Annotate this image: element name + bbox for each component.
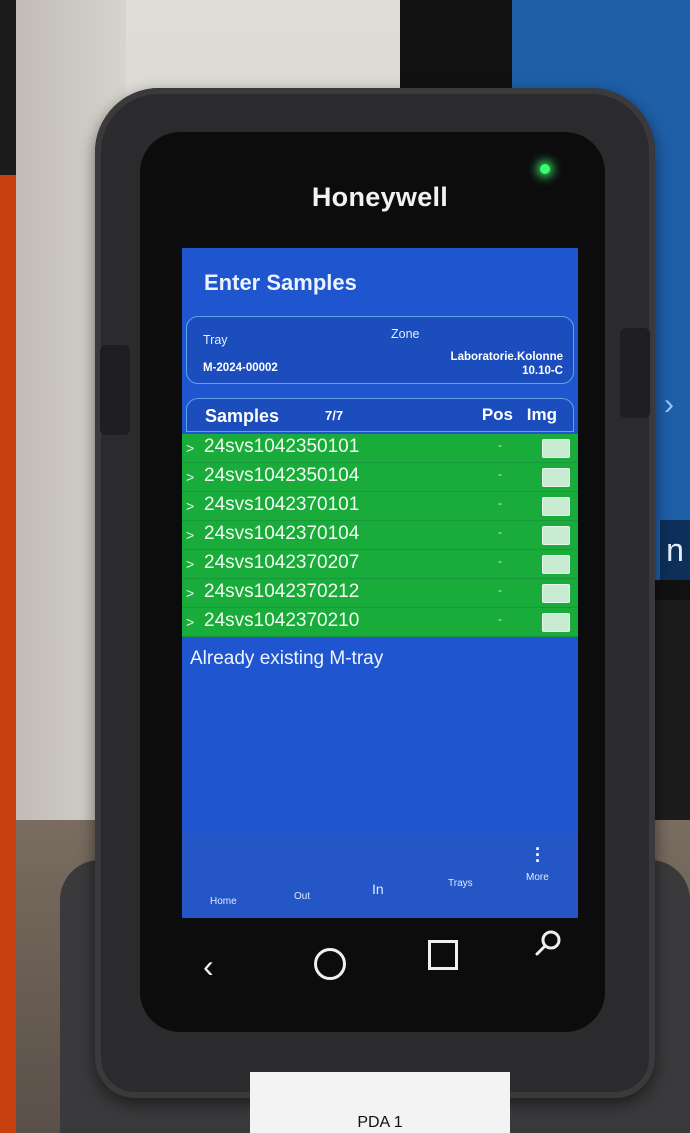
samples-label: Samples [205,406,280,426]
sample-pos: - [498,496,502,510]
sample-id: 24svs1042370210 [204,610,360,631]
status-led-icon [540,164,550,174]
image-checkbox[interactable] [542,526,570,545]
status-message: Already existing M-tray [190,648,384,669]
image-checkbox[interactable] [542,584,570,603]
image-checkbox[interactable] [542,468,570,487]
expand-arrow-icon: > [186,585,195,601]
tray-zone-panel: Tray Zone M-2024-00002 Laboratorie.Kolon… [186,316,574,384]
device-label-card: PDA 1 [250,1072,510,1133]
samples-header: Samples 7/7 Pos Img [186,398,574,432]
zone-value-line2: 10.10-C [522,365,563,377]
android-back-icon[interactable]: ‹ [203,948,214,985]
sample-row[interactable]: > 24svs1042370101 - [182,492,578,521]
brand-logo: Honeywell [311,182,449,212]
image-checkbox[interactable] [542,439,570,458]
expand-arrow-icon: > [186,556,195,572]
zone-value: Laboratorie.Kolonne 10.10-C [383,350,563,378]
more-vertical-icon[interactable]: · · · [535,840,541,870]
sample-id: 24svs1042350104 [204,465,360,486]
image-checkbox[interactable] [542,555,570,574]
side-scan-button-right[interactable] [620,328,650,418]
expand-arrow-icon: > [186,498,195,514]
sample-pos: - [498,438,502,452]
android-home-icon[interactable] [314,948,346,980]
nav-in[interactable]: In [372,881,384,897]
samples-count: 7/7 [325,408,344,423]
device-label-text: PDA 1 [357,1114,403,1131]
samples-list: > 24svs1042350101 - > 24svs1042350104 - … [182,434,578,637]
app-screen: Enter Samples Tray Zone M-2024-00002 Lab… [182,248,578,918]
tray-label: Tray [203,333,228,347]
page-title: Enter Samples [204,270,357,295]
sample-id: 24svs1042370207 [204,552,360,573]
sample-row[interactable]: > 24svs1042370104 - [182,521,578,550]
expand-arrow-icon: > [186,440,195,456]
sample-row[interactable]: > 24svs1042370212 - [182,579,578,608]
nav-trays[interactable]: Trays [448,878,473,889]
nav-out[interactable]: Out [294,891,310,902]
pos-column-header: Pos [481,405,513,424]
expand-arrow-icon: > [186,614,195,630]
image-checkbox[interactable] [542,613,570,632]
expand-arrow-icon: > [186,469,195,485]
sample-pos: - [498,583,502,597]
zone-value-line1: Laboratorie.Kolonne [450,351,563,363]
img-column-header: Img [526,405,557,424]
nav-more[interactable]: More [526,872,549,883]
sample-pos: - [498,525,502,539]
sample-row[interactable]: > 24svs1042350104 - [182,463,578,492]
android-recent-apps-icon[interactable] [428,940,458,970]
sample-id: 24svs1042370104 [204,523,360,544]
sample-row[interactable]: > 24svs1042370210 - [182,608,578,637]
bottom-nav-bar: Home Out In Trays · · · More [182,834,578,918]
zone-label: Zone [391,327,420,341]
sample-id: 24svs1042370212 [204,581,360,602]
sample-pos: - [498,612,502,626]
nav-home[interactable]: Home [210,896,237,907]
image-checkbox[interactable] [542,497,570,516]
expand-arrow-icon: > [186,527,195,543]
sample-pos: - [498,554,502,568]
sample-id: 24svs1042350101 [204,436,360,457]
search-icon[interactable] [532,926,566,965]
sample-id: 24svs1042370101 [204,494,360,515]
tray-value: M-2024-00002 [203,362,278,374]
sample-row[interactable]: > 24svs1042370207 - [182,550,578,579]
chevron-right-icon: › [664,388,674,421]
background-monitor-text: n [660,520,690,580]
sample-row[interactable]: > 24svs1042350101 - [182,434,578,463]
side-scan-button-left[interactable] [100,345,130,435]
sample-pos: - [498,467,502,481]
